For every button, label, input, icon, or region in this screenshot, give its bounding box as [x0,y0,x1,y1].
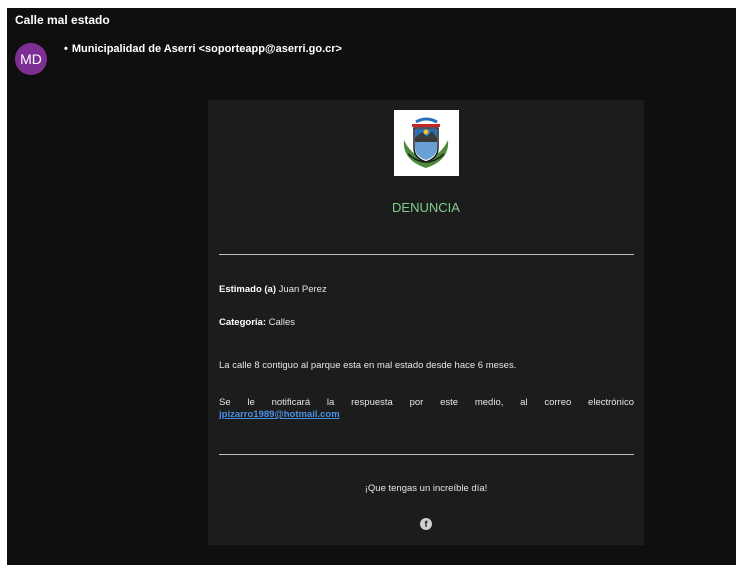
message-title: DENUNCIA [392,200,460,215]
sender-address[interactable]: Municipalidad de Aserri <soporteapp@aser… [72,43,342,55]
greeting-line: Estimado (a) Juan Perez [219,284,634,295]
sender-avatar[interactable]: MD [15,43,47,75]
notify-email-link[interactable]: jpizarro1989@hotmail.com [219,409,340,420]
municipality-logo [394,110,459,176]
category-value: Calles [268,317,296,328]
message-body: La calle 8 contiguo al parque esta en ma… [219,360,517,371]
notify-text: Se le notificará la respuesta por este m… [219,397,634,408]
facebook-icon[interactable]: f [420,518,432,530]
coat-of-arms-icon [394,110,459,176]
closing-text: ¡Que tengas un increíble día! [364,483,488,494]
sender-line[interactable]: • Municipalidad de Aserri <soporteapp@ase… [64,43,342,55]
greeting-label: Estimado (a) [219,284,277,295]
sender-bullet: • [64,43,68,55]
category-label: Categoría: [219,317,266,328]
category-line: Categoría: Calles [219,317,634,328]
email-window: Calle mal estado MD • Municipalidad de As… [7,8,736,565]
greeting-name: Juan Perez [278,284,327,295]
divider-bottom [219,454,634,455]
divider-top [219,254,634,255]
email-subject: Calle mal estado [15,13,110,27]
message-card: DENUNCIA Estimado (a) Juan Perez Categor… [208,100,644,545]
